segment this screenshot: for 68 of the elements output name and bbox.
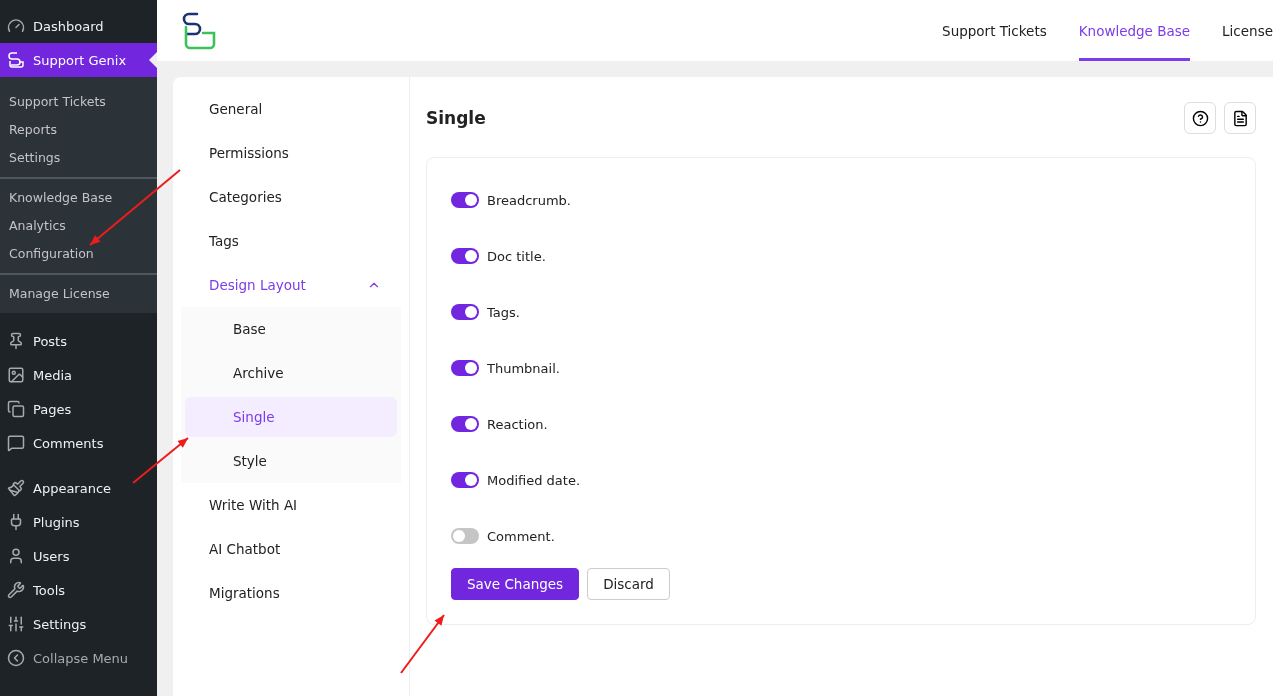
- help-icon: [1191, 109, 1209, 127]
- setting-label: Comment.: [487, 528, 555, 544]
- nav-item[interactable]: Permissions: [181, 131, 401, 175]
- menu-item[interactable]: Posts: [0, 324, 157, 358]
- discard-button[interactable]: Discard: [587, 568, 670, 600]
- setting-label: Thumbnail.: [487, 360, 560, 376]
- toggle-switch[interactable]: [451, 360, 479, 376]
- toggle-switch[interactable]: [451, 248, 479, 264]
- setting-label: Breadcrumb.: [487, 192, 571, 208]
- nav-item[interactable]: Migrations: [181, 571, 401, 615]
- menu-item[interactable]: Settings: [0, 607, 157, 641]
- header-tab[interactable]: Knowledge Base: [1078, 0, 1191, 61]
- paintbrush-icon: [7, 479, 25, 497]
- annotation-arrow: [132, 437, 189, 484]
- annotation-arrow: [400, 614, 445, 674]
- menu-item-current[interactable]: Support Genix: [0, 43, 157, 77]
- submenu-item[interactable]: Knowledge Base: [0, 183, 157, 211]
- toggle-switch[interactable]: [451, 416, 479, 432]
- nav-item[interactable]: Categories: [181, 175, 401, 219]
- collapse-icon: [7, 649, 25, 667]
- nav-item[interactable]: Tags: [181, 219, 401, 263]
- toggle-switch[interactable]: [451, 472, 479, 488]
- header-tab[interactable]: Support Tickets: [942, 0, 1047, 61]
- toggle-switch[interactable]: [451, 528, 479, 544]
- setting-label: Doc title.: [487, 248, 546, 264]
- pages-icon: [7, 400, 25, 418]
- submenu-item[interactable]: Settings: [0, 143, 157, 171]
- gauge-icon: [7, 17, 25, 35]
- save-button[interactable]: Save Changes: [451, 568, 580, 600]
- subnav-item[interactable]: Archive: [185, 353, 397, 393]
- help-button[interactable]: [1184, 102, 1216, 134]
- pin-icon: [7, 332, 25, 350]
- toggle-switch[interactable]: [451, 192, 479, 208]
- submenu-item[interactable]: Support Tickets: [0, 87, 157, 115]
- submenu-item[interactable]: Manage License: [0, 279, 157, 307]
- menu-item[interactable]: Tools: [0, 573, 157, 607]
- setting-label: Modified date.: [487, 472, 581, 488]
- nav-item[interactable]: Design Layout: [181, 263, 401, 307]
- subnav-item[interactable]: Single: [185, 397, 397, 437]
- menu-item[interactable]: Pages: [0, 392, 157, 426]
- document-icon: [1231, 109, 1249, 127]
- plugin-logo-icon: [7, 51, 25, 69]
- submenu-item[interactable]: Reports: [0, 115, 157, 143]
- speech-bubble-icon: [7, 434, 25, 452]
- image-icon: [7, 366, 25, 384]
- menu-item[interactable]: Dashboard: [0, 9, 157, 43]
- panel-title: Single: [426, 108, 486, 128]
- subnav-item[interactable]: Base: [185, 309, 397, 349]
- submenu-item[interactable]: Configuration: [0, 239, 157, 267]
- docs-button[interactable]: [1224, 102, 1256, 134]
- setting-label: Tags.: [487, 304, 520, 320]
- subnav-item[interactable]: Style: [185, 441, 397, 481]
- collapse-menu-button[interactable]: Collapse Menu: [0, 641, 157, 675]
- header-tab[interactable]: License: [1222, 0, 1273, 61]
- menu-item[interactable]: Media: [0, 358, 157, 392]
- menu-item[interactable]: Comments: [0, 426, 157, 460]
- sliders-icon: [7, 615, 25, 633]
- menu-item[interactable]: Users: [0, 539, 157, 573]
- wrench-icon: [7, 581, 25, 599]
- menu-item[interactable]: Appearance: [0, 471, 157, 505]
- menu-item[interactable]: Plugins: [0, 505, 157, 539]
- setting-label: Reaction.: [487, 416, 548, 432]
- nav-item[interactable]: General: [181, 87, 401, 131]
- toggle-switch[interactable]: [451, 304, 479, 320]
- nav-item[interactable]: AI Chatbot: [181, 527, 401, 571]
- submenu-item[interactable]: Analytics: [0, 211, 157, 239]
- nav-item[interactable]: Write With AI: [181, 483, 401, 527]
- user-icon: [7, 547, 25, 565]
